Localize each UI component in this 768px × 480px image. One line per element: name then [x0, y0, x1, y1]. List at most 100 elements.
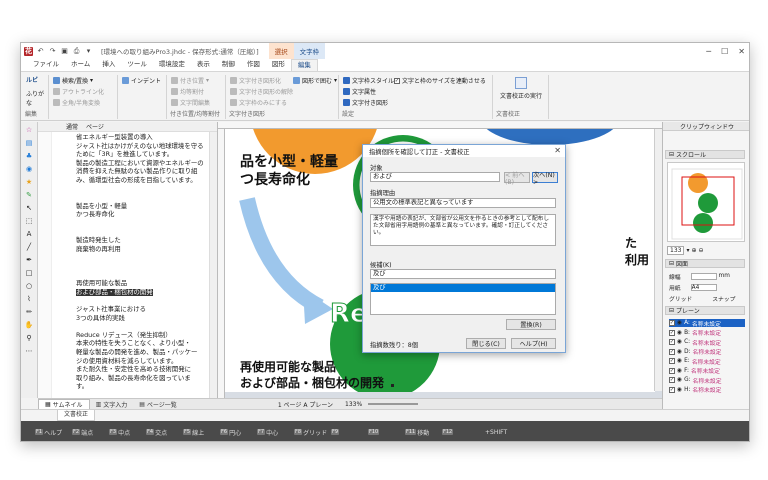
link-size-checkbox[interactable]: ✓ 文字と枠のサイズを連動させる [394, 76, 486, 85]
search-replace-button[interactable]: 検索/置換 ▾ [53, 76, 93, 85]
select-tool-icon[interactable]: ↖ [23, 203, 35, 213]
print-icon[interactable]: ⎙ [72, 47, 81, 56]
detail-tool-icon[interactable]: ⋯ [23, 346, 35, 356]
plane-section-header[interactable]: ⊟ プレーン [665, 306, 745, 315]
function-key[interactable]: F9 [331, 429, 368, 435]
drawing-section-header[interactable]: ⊟ 図面 [665, 259, 745, 268]
candidate-list-item[interactable]: 及び [371, 284, 555, 292]
redo-icon[interactable]: ↷ [48, 47, 57, 56]
outline-tab-normal[interactable]: 通常 [66, 122, 78, 131]
outline-body[interactable]: 省エネルギー型装置の導入 ジャスト社はかけがえのない地球環境を守る ために「3R」を… [38, 132, 210, 398]
zoom-status[interactable]: 133% [345, 401, 362, 408]
plane-eye-icon[interactable]: ◉ [677, 387, 682, 393]
scroll-thumbnail[interactable] [667, 162, 745, 242]
context-tab-select[interactable]: 選択 [268, 43, 294, 59]
scroll-section-header[interactable]: ⊟ スクロール [665, 150, 745, 159]
menu-tools[interactable]: ツール [121, 59, 153, 71]
snap-toggle[interactable]: スナップ [712, 294, 735, 303]
plane-row[interactable]: ✓ ◉ G: 名称未設定 [669, 376, 722, 385]
help-button[interactable]: ヘルプ(H) [511, 338, 556, 349]
plane-row[interactable]: ✓ ◉ A: 名称未設定 [669, 319, 745, 328]
outline-line[interactable]: ジャスト社事業における [76, 305, 146, 314]
shapes-tool-icon[interactable]: ◉ [23, 164, 35, 174]
dialog-close-icon[interactable]: ✕ [554, 146, 561, 155]
plane-eye-icon[interactable]: ◉ [677, 330, 682, 336]
plane-visible-checkbox[interactable]: ✓ [669, 358, 675, 364]
outline-line[interactable]: 再使用可能な製品 [76, 280, 127, 288]
brush-tool-icon[interactable]: ⌇ [23, 294, 35, 304]
clip-tool-icon[interactable]: ✎ [23, 190, 35, 200]
hand-tool-icon[interactable]: ✋ [23, 320, 35, 330]
function-key[interactable]: F12 [442, 429, 479, 435]
plane-eye-icon[interactable]: ◉ [677, 377, 682, 383]
menu-file[interactable]: ファイル [27, 59, 65, 71]
plane-row[interactable]: ✓ ◉ D: 名称未設定 [669, 348, 721, 356]
canvas-text-right-2[interactable]: 利用 [625, 251, 649, 268]
save-icon[interactable]: ▣ [60, 47, 69, 56]
line-tool-icon[interactable]: ╱ [23, 242, 35, 252]
function-key[interactable]: F10 [368, 429, 405, 435]
canvas-scrollbar[interactable] [654, 129, 662, 391]
function-key[interactable]: F5 線上 [183, 428, 220, 437]
plane-row[interactable]: ✓ ◉ C: 名称未設定 [669, 338, 721, 347]
outline-line[interactable]: また耐久性・安定性を高める技術開発に [76, 366, 191, 374]
menu-shape[interactable]: 図形 [266, 59, 291, 71]
tab-thumbnail[interactable]: ▦ サムネイル [38, 398, 90, 410]
menu-edit[interactable]: 編集 [290, 59, 318, 71]
paper-select[interactable]: A4 [690, 283, 717, 291]
plane-visible-checkbox[interactable]: ✓ [669, 339, 675, 345]
close-icon[interactable]: ✕ [738, 47, 745, 56]
zoom-slider[interactable] [368, 403, 419, 405]
char-spacing-button[interactable]: 文字間編集 [171, 98, 210, 107]
outline-scrollbar[interactable] [209, 132, 217, 398]
proofread-run-button[interactable]: 文書校正の実行 [500, 77, 542, 100]
menu-view[interactable]: 表示 [191, 59, 216, 71]
function-key[interactable]: F1 ヘルプ [35, 428, 72, 437]
shape-wrap-button[interactable]: 図形で囲む ▾ [293, 76, 337, 85]
layout-tool-icon[interactable]: ▤ [23, 138, 35, 148]
outline-line[interactable]: 廃棄物の再利用 [76, 245, 121, 254]
plane-row[interactable]: ✓ ◉ F: 名称未設定 [669, 367, 720, 375]
outline-line[interactable]: 本来の特性を失うことなく、より小型・ [76, 340, 191, 348]
plane-visible-checkbox[interactable]: ✓ [669, 386, 675, 393]
canvas-text-long-life[interactable]: つ長寿命化 [240, 169, 310, 189]
replace-button[interactable]: 置換(R) [506, 319, 556, 330]
plane-visible-checkbox[interactable]: ✓ [669, 348, 675, 355]
plane-row[interactable]: ✓ ◉ B: 名称未設定 [669, 329, 721, 337]
menu-insert[interactable]: 挿入 [96, 59, 121, 71]
zoom-in-icon[interactable]: ⊕ [691, 247, 696, 254]
outline-line[interactable]: 3つの具体的実践 [76, 314, 125, 323]
outline-line[interactable]: かつ長寿命化 [76, 211, 114, 219]
plane-visible-checkbox[interactable]: ✓ [669, 377, 675, 383]
favorite-tool-icon[interactable]: ★ [23, 177, 35, 187]
zoom-out-icon[interactable]: ⊖ [699, 247, 704, 254]
function-key[interactable]: F4 交点 [146, 428, 183, 437]
next-button[interactable]: 次へ(N) > [532, 172, 558, 186]
outline-line[interactable]: み、循環型社会の形成を目指しています。 [76, 176, 197, 185]
width-input[interactable] [690, 272, 717, 280]
text-only-button[interactable]: 文字枠のみにする [230, 98, 287, 107]
ruby-button[interactable]: ルビ [26, 75, 38, 84]
outline-line[interactable]: 製造時発生した [76, 237, 121, 245]
canvas-text-small-light[interactable]: 品を小型・軽量 [240, 151, 338, 171]
picker-tool-icon[interactable]: ✏ [23, 307, 35, 317]
tab-text-input[interactable]: ▥ 文字入力 [90, 400, 134, 409]
zoom-dropdown-icon[interactable]: ▾ [686, 247, 689, 254]
plane-visible-checkbox[interactable]: ✓ [669, 367, 675, 374]
outline-line[interactable]: す。 [76, 383, 88, 391]
undo-icon[interactable]: ↶ [36, 47, 45, 56]
plane-visible-checkbox[interactable]: ✓ [669, 320, 675, 326]
app-icon[interactable]: 花 [24, 46, 33, 56]
plane-eye-icon[interactable]: ◉ [677, 368, 682, 374]
function-key[interactable]: F7 中心 [257, 428, 294, 437]
text-tool-icon[interactable]: A [23, 229, 35, 239]
prev-button[interactable]: < 前へ(B) [504, 172, 530, 186]
rect-tool-icon[interactable]: □ [23, 268, 35, 278]
text-figure-button[interactable]: 文字付き図形化 [230, 76, 281, 85]
frame-attr-button[interactable]: 文字属性 [343, 87, 376, 96]
canvas-text-packaging[interactable]: および部品・梱包材の開発 [240, 374, 384, 391]
text-figure-remove-button[interactable]: 文字付き図形の解除 [230, 87, 293, 96]
ellipse-tool-icon[interactable]: ○ [23, 281, 35, 291]
outline-line[interactable]: 取り組み、製品の長寿命化を図っていま [76, 374, 191, 383]
text-figure2-button[interactable]: 文字付き図形 [343, 98, 388, 107]
